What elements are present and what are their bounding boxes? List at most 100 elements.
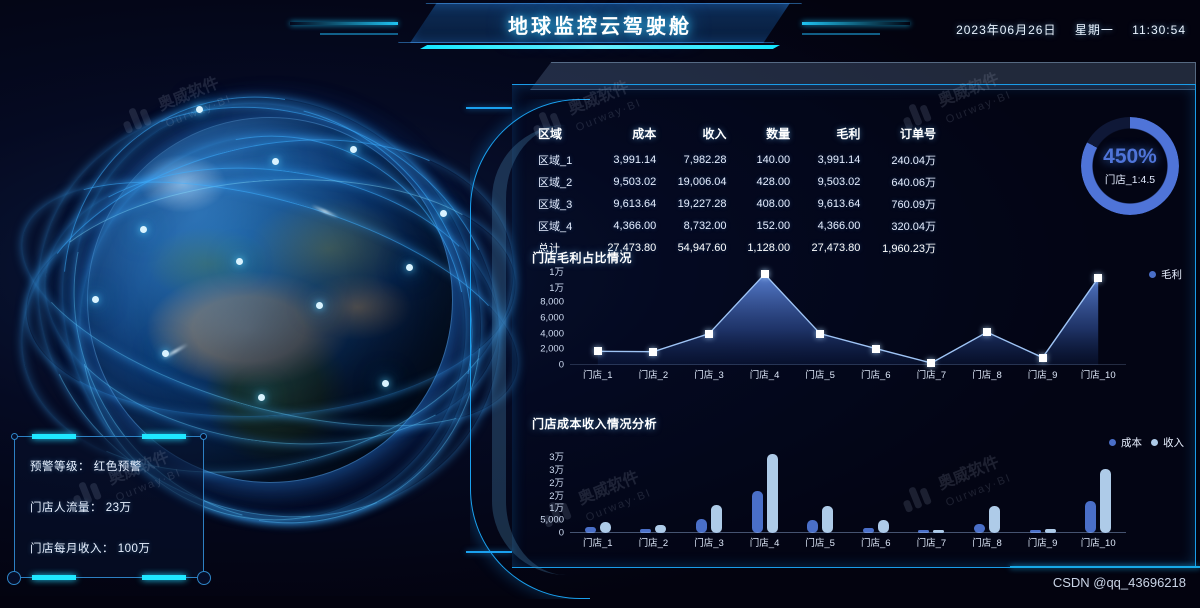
y-tick-label: 2万 — [549, 477, 564, 489]
bar-收入[interactable] — [1100, 468, 1112, 533]
globe-node — [382, 380, 389, 387]
bar-group — [570, 451, 626, 533]
bar-成本[interactable] — [695, 518, 707, 533]
x-tick-label: 门店_3 — [694, 370, 724, 381]
table-cell: 3,991.14 — [613, 154, 657, 166]
globe-node — [92, 296, 99, 303]
globe-node — [272, 158, 279, 165]
table-row[interactable]: 区域_3 9,613.64 19,227.28 408.00 9,613.64 760.0… — [534, 193, 952, 215]
bar-收入[interactable] — [766, 453, 778, 533]
bar-group — [1015, 451, 1071, 533]
globe-node — [440, 210, 447, 217]
globe-node — [258, 394, 265, 401]
table-cell: 4,366.00 — [613, 220, 657, 232]
legend-label: 毛利 — [1161, 269, 1182, 281]
x-tick-label: 门店_4 — [749, 538, 780, 549]
y-tick-label: 2万 — [549, 490, 564, 502]
ratio-gauge[interactable]: 450% 门店_1:4.5 — [1081, 117, 1179, 215]
data-point-marker[interactable] — [1038, 353, 1047, 362]
y-tick-label: 2,000 — [540, 343, 564, 355]
y-tick-label: 5,000 — [540, 514, 564, 526]
gross-profit-area-chart[interactable]: 门店毛利占比情况 毛利 0 2,000 4,000 6,000 8,000 1万 1万 门店… — [520, 249, 1192, 397]
table-cell: 152.00 — [756, 220, 791, 232]
data-point-marker[interactable] — [983, 328, 991, 337]
y-tick-label: 0 — [558, 359, 564, 371]
bar-成本[interactable] — [1085, 500, 1097, 533]
table-cell: 区域_3 — [538, 199, 573, 211]
table-header-row: 区域 成本 收入 数量 毛利 订单号 — [534, 123, 952, 149]
bar-收入[interactable] — [988, 506, 1000, 533]
globe-node — [140, 226, 147, 233]
x-tick-label: 门店_8 — [972, 370, 1002, 381]
bar-group — [681, 451, 737, 533]
right-panel: 区域 成本 收入 数量 毛利 订单号 区域_1 3,991.14 7,982.28 140.00… — [466, 62, 1196, 599]
legend-item-成本[interactable]: 成本 — [1109, 435, 1142, 450]
y-tick-label: 3万 — [549, 464, 564, 476]
legend-dot-icon — [1151, 439, 1158, 446]
chart2-legend[interactable]: 成本 收入 — [1109, 435, 1184, 450]
y-tick-label: 1万 — [549, 267, 564, 278]
x-tick-label: 门店_1 — [583, 370, 613, 381]
x-tick-label: 门店_5 — [805, 370, 835, 381]
bar-收入[interactable] — [710, 505, 722, 533]
data-point-marker[interactable] — [871, 344, 880, 353]
data-point-marker[interactable] — [1094, 274, 1103, 283]
csdn-watermark: CSDN @qq_43696218 — [1052, 575, 1186, 590]
chart2-title: 门店成本收入情况分析 — [532, 417, 658, 431]
cost-revenue-bar-chart[interactable]: 门店成本收入情况分析 成本 收入 0 5,000 1万 2万 2万 3万 3万 门店_1 门店_… — [520, 415, 1192, 567]
table-cell: 9,613.64 — [613, 198, 657, 210]
table-cell: 9,503.02 — [817, 176, 861, 188]
table-row[interactable]: 区域_1 3,991.14 7,982.28 140.00 3,991.14 240.04… — [534, 149, 952, 171]
alert-level-row: 预警等级： 红色预警 — [30, 461, 142, 473]
bar-收入[interactable] — [822, 506, 834, 533]
bar-成本[interactable] — [751, 490, 763, 533]
y-tick-label: 0 — [558, 527, 564, 539]
y-tick-label: 1万 — [549, 503, 564, 515]
data-point-marker[interactable] — [760, 270, 769, 279]
chart2-y-axis: 0 5,000 1万 2万 2万 3万 3万 — [520, 451, 564, 538]
footer-accent-line — [1010, 566, 1200, 568]
gauge-label: 门店_1:4.5 — [1104, 174, 1156, 186]
title-bar: 地球监控云驾驶舱 2023年06月26日 星期一 11:30:54 — [0, 0, 1200, 56]
x-tick-label: 门店_4 — [749, 370, 780, 381]
bar-group — [626, 451, 682, 533]
x-tick-label: 门店_7 — [916, 538, 947, 549]
table-header-2: 收入 — [702, 127, 727, 141]
table-row[interactable]: 区域_2 9,503.02 19,006.04 428.00 9,503.02 640.0… — [534, 171, 952, 193]
globe-node — [406, 264, 413, 271]
x-tick-label: 门店_9 — [1027, 370, 1058, 381]
table-cell: 19,006.04 — [677, 176, 727, 188]
alert-corner-dot — [200, 433, 207, 440]
chart2-plot-area — [570, 451, 1126, 533]
chart1-plot-area — [570, 270, 1126, 368]
weekday-text: 星期一 — [1074, 23, 1114, 37]
legend-item-收入[interactable]: 收入 — [1151, 435, 1184, 450]
x-tick-label: 门店_7 — [916, 370, 947, 381]
store-traffic-row: 门店人流量： 23万 — [30, 502, 132, 514]
data-point-marker[interactable] — [705, 329, 713, 338]
data-point-marker[interactable] — [927, 359, 936, 368]
x-tick-label: 门店_2 — [638, 370, 669, 381]
chart1-y-axis: 0 2,000 4,000 6,000 8,000 1万 1万 — [520, 267, 564, 371]
alert-corner-dot — [7, 571, 21, 585]
chart2-baseline — [570, 532, 1126, 533]
bar-成本[interactable] — [807, 519, 819, 533]
chart1-legend[interactable]: 毛利 — [1149, 267, 1182, 282]
legend-item-毛利[interactable]: 毛利 — [1149, 267, 1182, 282]
table-cell: 区域_2 — [538, 177, 573, 189]
data-point-marker[interactable] — [816, 329, 825, 338]
region-summary-table[interactable]: 区域 成本 收入 数量 毛利 订单号 区域_1 3,991.14 7,982.28 140.00… — [534, 123, 952, 259]
table-cell: 19,227.28 — [677, 198, 727, 210]
table-cell: 区域_4 — [538, 221, 573, 233]
datetime-display: 2023年06月26日 星期一 11:30:54 — [956, 21, 1186, 38]
data-point-marker[interactable] — [649, 347, 658, 356]
data-point-marker[interactable] — [593, 347, 602, 356]
table-header-4: 毛利 — [836, 127, 861, 141]
table-row[interactable]: 区域_4 4,366.00 8,732.00 152.00 4,366.00 320.04… — [534, 215, 952, 237]
table-cell: 240.04万 — [891, 155, 936, 167]
panel-body: 区域 成本 收入 数量 毛利 订单号 区域_1 3,991.14 7,982.28 140.00… — [466, 84, 1196, 599]
x-tick-label: 门店_10 — [1080, 538, 1116, 549]
table-header-3: 数量 — [766, 127, 791, 141]
table-cell: 140.00 — [756, 154, 791, 166]
bar-group — [904, 451, 960, 533]
